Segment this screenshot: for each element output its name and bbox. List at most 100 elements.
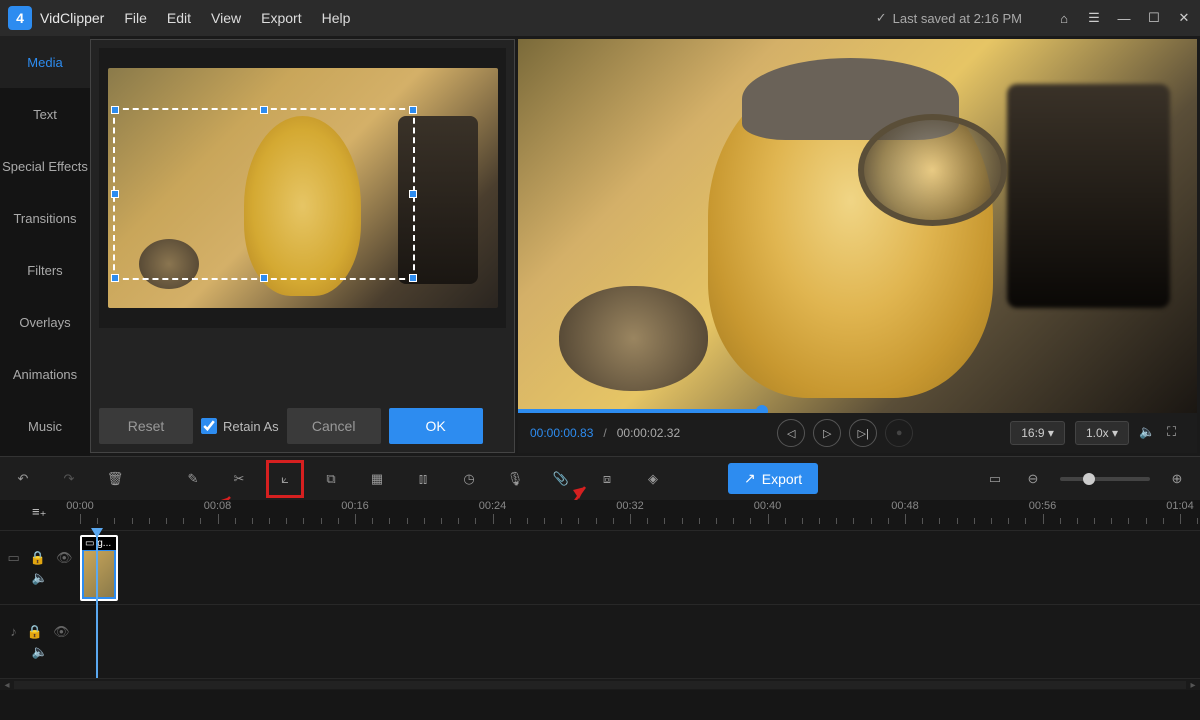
export-label: Export: [762, 471, 802, 487]
export-icon: ↗: [744, 470, 756, 487]
crop-handle-bm[interactable]: [260, 274, 268, 282]
ruler-label: 00:08: [204, 500, 232, 512]
edit-icon[interactable]: ✎: [182, 468, 204, 490]
sidebar-item-filters[interactable]: Filters: [0, 244, 90, 296]
mute-icon[interactable]: 🔈: [32, 644, 48, 660]
ok-button[interactable]: OK: [389, 408, 483, 444]
export-button[interactable]: ↗ Export: [728, 463, 818, 494]
redo-icon[interactable]: ↷: [58, 468, 80, 490]
current-time: 00:00:00.83: [530, 426, 593, 440]
maximize-icon[interactable]: ☐: [1146, 10, 1162, 26]
crop-handle-br[interactable]: [409, 274, 417, 282]
next-frame-button[interactable]: ▷|: [849, 419, 877, 447]
eye-icon[interactable]: 👁: [56, 550, 73, 566]
ruler-label: 00:40: [754, 500, 782, 512]
link-icon[interactable]: ⧈: [596, 468, 618, 490]
crop-selection-box[interactable]: [113, 108, 415, 280]
timeline-scrollbar[interactable]: ◂ ▸: [0, 678, 1200, 690]
voiceover-icon[interactable]: 🎙: [504, 468, 526, 490]
retain-aspect-input[interactable]: [201, 418, 217, 434]
speed-select[interactable]: 1.0x ▾: [1075, 421, 1129, 445]
split-icon[interactable]: ✂: [228, 468, 250, 490]
play-button[interactable]: ▷: [813, 419, 841, 447]
timeline: ≡₊ 00:0000:0800:1600:2400:3200:4000:4800…: [0, 500, 1200, 720]
prev-frame-button[interactable]: ◁: [777, 419, 805, 447]
preview-pane: 00:00:00.83 / 00:00:02.32 ◁ ▷ ▷| ● 16:9 …: [518, 39, 1197, 453]
scroll-right-icon[interactable]: ▸: [1186, 680, 1200, 690]
hamburger-icon[interactable]: ☰: [1086, 10, 1102, 26]
mosaic-icon[interactable]: ▦: [366, 468, 388, 490]
sidebar-item-animations[interactable]: Animations: [0, 348, 90, 400]
save-status-text: Last saved at 2:16 PM: [893, 11, 1022, 26]
zoom-in-icon[interactable]: ⊕: [1166, 468, 1188, 490]
home-icon[interactable]: ⌂: [1056, 10, 1072, 26]
video-track-icon: ▭: [8, 550, 20, 566]
sidebar-item-transitions[interactable]: Transitions: [0, 192, 90, 244]
zoom-thumb[interactable]: [1083, 473, 1095, 485]
titlebar: 4 VidClipper File Edit View Export Help …: [0, 0, 1200, 36]
fullscreen-icon[interactable]: ⛶: [1167, 424, 1185, 442]
crop-panel: Reset Retain As Cancel OK: [90, 39, 515, 453]
aspect-ratio-select[interactable]: 16:9 ▾: [1010, 421, 1065, 445]
clip-label: ▭ g...: [82, 537, 116, 550]
duration-icon[interactable]: ◷: [458, 468, 480, 490]
zoom-slider[interactable]: [1060, 477, 1150, 481]
menu-view[interactable]: View: [211, 10, 241, 26]
undo-icon[interactable]: ↶: [12, 468, 34, 490]
stats-icon[interactable]: ⫾⫾: [412, 468, 434, 490]
sidebar-item-text[interactable]: Text: [0, 88, 90, 140]
crop-handle-tm[interactable]: [260, 106, 268, 114]
ruler-label: 00:00: [66, 500, 94, 512]
mute-icon[interactable]: 🔈: [32, 570, 48, 586]
playhead[interactable]: [96, 530, 98, 678]
minimize-icon[interactable]: ―: [1116, 10, 1132, 26]
scroll-left-icon[interactable]: ◂: [0, 680, 14, 690]
menu-edit[interactable]: Edit: [167, 10, 191, 26]
retain-aspect-checkbox[interactable]: Retain As: [201, 418, 279, 434]
sidebar-item-overlays[interactable]: Overlays: [0, 296, 90, 348]
zoom-out-icon[interactable]: ⊖: [1022, 468, 1044, 490]
lock-icon[interactable]: 🔒: [30, 550, 46, 566]
menu-export[interactable]: Export: [261, 10, 301, 26]
crop-preview-area[interactable]: [99, 48, 506, 328]
lock-icon[interactable]: 🔒: [27, 624, 43, 640]
sidebar-item-music[interactable]: Music: [0, 400, 90, 452]
preview-progress-thumb[interactable]: [756, 405, 768, 413]
timeline-ruler[interactable]: 00:0000:0800:1600:2400:3200:4000:4800:56…: [80, 500, 1200, 530]
attach-icon[interactable]: 📎: [550, 468, 572, 490]
crop-icon[interactable]: ⟀: [274, 468, 296, 490]
sidebar-item-media[interactable]: Media: [0, 36, 90, 88]
crop-handle-tl[interactable]: [111, 106, 119, 114]
copy-icon[interactable]: ⧉: [320, 468, 342, 490]
crop-handle-mr[interactable]: [409, 190, 417, 198]
record-button[interactable]: ●: [885, 419, 913, 447]
menu-help[interactable]: Help: [322, 10, 351, 26]
close-icon[interactable]: ✕: [1176, 10, 1192, 26]
fit-icon[interactable]: ▭: [984, 468, 1006, 490]
menu-file[interactable]: File: [124, 10, 147, 26]
crop-handle-tr[interactable]: [409, 106, 417, 114]
save-status: ✓ Last saved at 2:16 PM: [876, 10, 1022, 26]
marker-icon[interactable]: ◈: [642, 468, 664, 490]
video-clip[interactable]: ▭ g... ✂: [80, 535, 118, 601]
reset-button[interactable]: Reset: [99, 408, 193, 444]
sidebar-item-special-effects[interactable]: Special Effects: [0, 140, 90, 192]
audio-track-icon: ♪: [10, 624, 17, 640]
crop-handle-ml[interactable]: [111, 190, 119, 198]
preview-video[interactable]: [518, 39, 1197, 413]
video-track-head: ▭ 🔒 👁 🔈: [0, 531, 80, 604]
crop-handle-bl[interactable]: [111, 274, 119, 282]
preview-controls: 00:00:00.83 / 00:00:02.32 ◁ ▷ ▷| ● 16:9 …: [518, 413, 1197, 453]
ruler-label: 00:56: [1029, 500, 1057, 512]
timeline-toolbar: ↶ ↷ 🗑 ✎ ✂ ⟀ ⧉ ▦ ⫾⫾ ◷ 🎙 📎 ⧈ ◈ ↗ Export ▭ …: [0, 456, 1200, 500]
app-logo: 4: [8, 6, 32, 30]
add-track-icon[interactable]: ≡₊: [32, 504, 46, 520]
video-track-content[interactable]: ▭ g... ✂: [80, 531, 1200, 604]
eye-icon[interactable]: 👁: [53, 624, 70, 640]
preview-progress-bar[interactable]: [518, 409, 762, 413]
ruler-label: 00:48: [891, 500, 919, 512]
delete-icon[interactable]: 🗑: [104, 468, 126, 490]
audio-track-content[interactable]: [80, 605, 1200, 678]
cancel-button[interactable]: Cancel: [287, 408, 381, 444]
volume-icon[interactable]: 🔈: [1139, 424, 1157, 442]
